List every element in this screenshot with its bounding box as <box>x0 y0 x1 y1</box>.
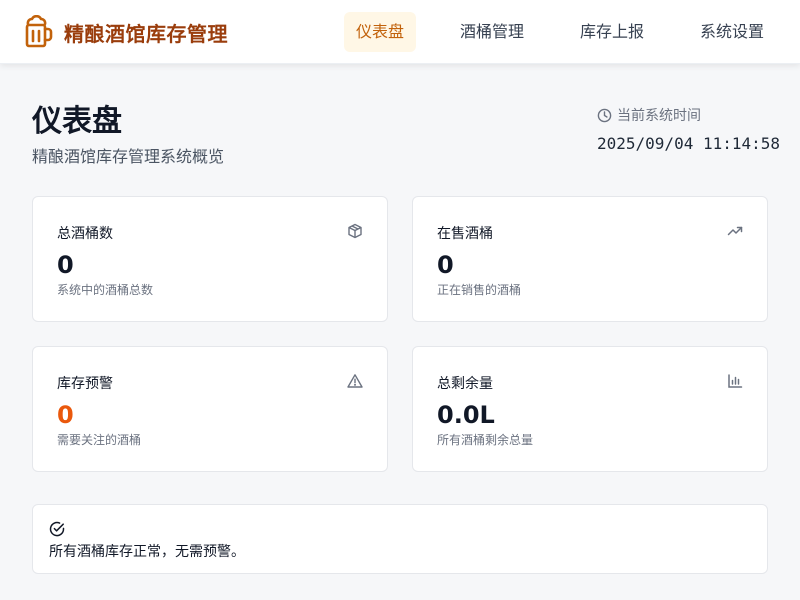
top-navbar: 精酿酒馆库存管理 仪表盘 酒桶管理 库存上报 系统设置 <box>0 0 800 64</box>
brand[interactable]: 精酿酒馆库存管理 <box>24 14 228 50</box>
clock-icon <box>597 108 612 122</box>
bar-chart-icon <box>728 374 743 388</box>
alert-message: 所有酒桶库存正常，无需预警。 <box>49 544 245 560</box>
nav-inventory-report[interactable]: 库存上报 <box>568 12 656 52</box>
stat-card-title: 库存预警 <box>57 376 113 392</box>
stat-card-value: 0.0L <box>437 401 495 429</box>
check-circle-icon <box>49 521 65 537</box>
stat-card-total-kegs: 总酒桶数 0 系统中的酒桶总数 <box>32 196 388 322</box>
stat-card-kegs-on-sale: 在售酒桶 0 正在销售的酒桶 <box>412 196 768 322</box>
page-subtitle: 精酿酒馆库存管理系统概览 <box>32 147 225 166</box>
stat-card-title: 总剩余量 <box>437 376 493 392</box>
box-icon <box>348 223 362 239</box>
system-time-value: 2025/09/04 11:14:58 <box>597 134 781 153</box>
beer-mug-icon <box>25 15 53 48</box>
inventory-alert-panel: 所有酒桶库存正常，无需预警。 <box>32 504 768 574</box>
stat-card-description: 需要关注的酒桶 <box>57 433 142 447</box>
stat-card-description: 所有酒桶剩余总量 <box>437 433 534 447</box>
stat-card-value: 0 <box>57 401 74 429</box>
stat-card-value: 0 <box>57 251 74 279</box>
stat-card-value: 0 <box>437 251 454 279</box>
trending-up-icon <box>727 226 743 236</box>
stat-card-description: 正在销售的酒桶 <box>437 283 522 297</box>
stat-card-inventory-warning: 库存预警 0 需要关注的酒桶 <box>32 346 388 472</box>
nav-dashboard[interactable]: 仪表盘 <box>344 12 416 52</box>
system-time-label: 当前系统时间 <box>597 106 701 124</box>
page-title: 仪表盘 <box>32 104 122 139</box>
system-time-label-text: 当前系统时间 <box>617 108 701 124</box>
app-title: 精酿酒馆库存管理 <box>64 21 228 46</box>
nav-keg-management[interactable]: 酒桶管理 <box>448 12 536 52</box>
stat-card-title: 在售酒桶 <box>437 226 493 242</box>
warning-icon <box>347 374 363 388</box>
nav-system-settings[interactable]: 系统设置 <box>688 12 776 52</box>
stat-card-description: 系统中的酒桶总数 <box>57 283 154 297</box>
stat-card-total-remaining: 总剩余量 0.0L 所有酒桶剩余总量 <box>412 346 768 472</box>
stat-card-title: 总酒桶数 <box>57 226 113 242</box>
